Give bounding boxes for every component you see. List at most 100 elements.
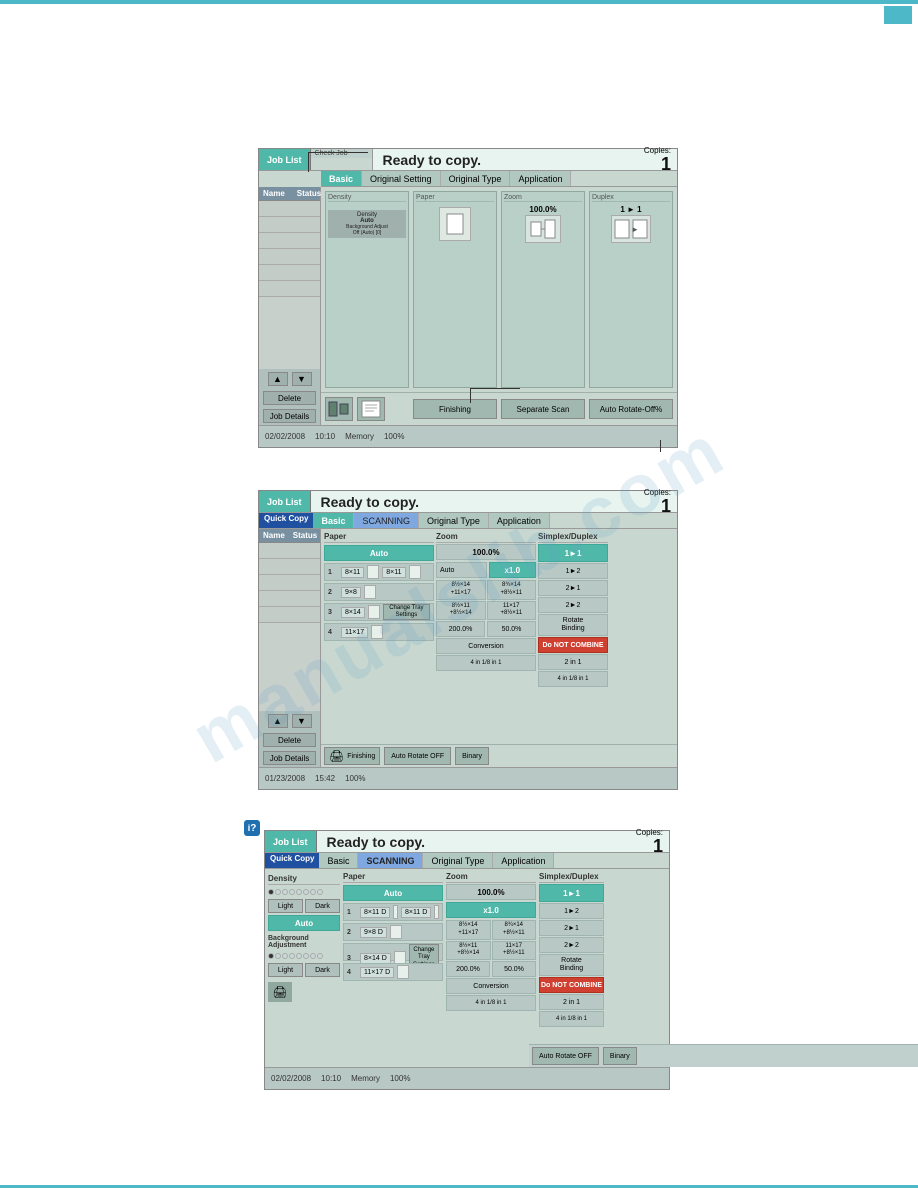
- screen1-finishing-icon1[interactable]: [325, 397, 353, 421]
- screen2-auto-rotate-btn[interactable]: Auto Rotate OFF: [384, 747, 451, 765]
- screen2-quick-copy-badge[interactable]: Quick Copy: [259, 513, 313, 528]
- screen1-check-job[interactable]: Check Job: [311, 149, 372, 158]
- screen2-change-tray-btn[interactable]: Change TraySettings: [383, 604, 430, 620]
- screen3-quick-copy-badge[interactable]: Quick Copy: [265, 853, 319, 868]
- screen3-zoom-50[interactable]: 50.0%: [492, 961, 536, 977]
- screen2-duplex-2to1[interactable]: 2►1: [538, 580, 608, 596]
- screen1-job-list-btn[interactable]: Job List: [259, 149, 311, 170]
- screen3-zoom-x10-btn[interactable]: x1.0: [446, 902, 536, 918]
- screen1-finishing-btn[interactable]: Finishing: [413, 399, 497, 419]
- screen3-binary-btn[interactable]: Binary: [603, 1047, 637, 1065]
- screen3-paper-auto-btn[interactable]: Auto: [343, 885, 443, 901]
- screen1-up-btn[interactable]: ▲: [268, 372, 288, 386]
- screen3-tab-application[interactable]: Application: [493, 853, 554, 868]
- screen1-delete-btn[interactable]: Delete: [263, 391, 316, 405]
- screen3-paper-row3[interactable]: 3 8×14 D Change TraySettings: [343, 943, 443, 961]
- screen2-zoom-cell3[interactable]: 8½×11+8½×14: [436, 601, 486, 621]
- screen3-finishing-icon[interactable]: 🖨: [268, 982, 292, 1002]
- screen2-job-details-btn[interactable]: Job Details: [263, 751, 316, 765]
- screen3-zoom-cell4[interactable]: 11×17+8½×11: [492, 941, 537, 961]
- screen3-copies-area: Copies: 1: [636, 831, 669, 852]
- screen3-tab-original-type[interactable]: Original Type: [423, 853, 493, 868]
- screen2-duplex-1to2[interactable]: 1►2: [538, 563, 608, 579]
- screen2-duplex-4in1[interactable]: 4 in 1/8 in 1: [538, 671, 608, 687]
- screen1-footer-time: 10:10: [315, 432, 335, 441]
- screen3-paper-row1[interactable]: 1 8×11 D 8×11 D: [343, 903, 443, 921]
- screen3-duplex-2to1[interactable]: 2►1: [539, 920, 604, 936]
- screen2-binary-btn[interactable]: Binary: [455, 747, 489, 765]
- screen2-tab-application[interactable]: Application: [489, 513, 550, 528]
- screen2-zoom-conv[interactable]: Conversion: [436, 638, 536, 654]
- screen2-no-combine-btn[interactable]: Do NOT COMBINE: [538, 637, 608, 653]
- screen3-dot2-4: [289, 953, 295, 959]
- svg-text:►: ►: [631, 225, 639, 234]
- screen1-tab-basic[interactable]: Basic: [321, 171, 362, 186]
- screen2-paper-row2[interactable]: 2 9×8: [324, 583, 434, 601]
- screen1-down-btn[interactable]: ▼: [292, 372, 312, 386]
- screen2-zoom-x10-btn[interactable]: x1.0: [489, 562, 537, 578]
- screen2-zoom-cell1[interactable]: 8½×14+11×17: [436, 580, 486, 600]
- screen3-zoom-cell3[interactable]: 8½×11+8½×14: [446, 941, 491, 961]
- screen1-auto-rotate-btn[interactable]: Auto Rotate-Off%: [589, 399, 673, 419]
- screen2-tab-original-type[interactable]: Original Type: [419, 513, 489, 528]
- screen2-main: Paper Auto 1 8×11 8×11 2 9×8: [321, 529, 677, 767]
- screen2-tab-scanning[interactable]: SCANNING: [354, 513, 419, 528]
- screen2-zoom-50[interactable]: 50.0%: [487, 621, 536, 637]
- screen2-job-list-btn[interactable]: Job List: [259, 491, 311, 512]
- screen1-sidebar-name-col: Name: [263, 189, 285, 198]
- screen3-zoom-200[interactable]: 200.0%: [446, 961, 490, 977]
- screen3-dark-btn1[interactable]: Dark: [305, 899, 340, 913]
- screen3-job-list-btn[interactable]: Job List: [265, 831, 317, 852]
- screen2-tab-basic[interactable]: Basic: [313, 513, 354, 528]
- screen2-body: Name Status ▲ ▼ Delete Job Details: [259, 529, 677, 767]
- screen3-paper-row4[interactable]: 4 11×17 D: [343, 963, 443, 981]
- help-icon[interactable]: i: [244, 820, 260, 836]
- screen2-zoom-200[interactable]: 200.0%: [436, 621, 485, 637]
- screen1-paper-card-content: [416, 204, 494, 244]
- screen3-light-btn2[interactable]: Light: [268, 963, 303, 977]
- screen2-paper-auto-btn[interactable]: Auto: [324, 545, 434, 561]
- screen1-tab-original-type[interactable]: Original Type: [441, 171, 511, 186]
- screen2-zoom-conv-val[interactable]: 4 in 1/8 in 1: [436, 655, 536, 671]
- screen2-duplex-2in1[interactable]: 2 in 1: [538, 654, 608, 670]
- screen3-no-combine-btn[interactable]: Do NOT COMBINE: [539, 977, 604, 993]
- screen2-duplex-2to2[interactable]: 2►2: [538, 597, 608, 613]
- screen3-duplex-1to2[interactable]: 1►2: [539, 903, 604, 919]
- screen1-finishing-icon2[interactable]: [357, 397, 385, 421]
- screen3-zoom-conv-val[interactable]: 4 in 1/8 in 1: [446, 995, 536, 1011]
- screen2-zoom-cell2[interactable]: 8¾×14+8½×11: [487, 580, 537, 600]
- screen2-finishing-btn[interactable]: 🖨 Finishing: [324, 747, 380, 765]
- screen3-light-btn1[interactable]: Light: [268, 899, 303, 913]
- screen3-duplex-2to2[interactable]: 2►2: [539, 937, 604, 953]
- screen3-zoom-cell1[interactable]: 8½×14+11×17: [446, 920, 491, 940]
- screen3-duplex-4in1[interactable]: 4 in 1/8 in 1: [539, 1011, 604, 1027]
- screen2-paper-row3[interactable]: 3 8×14 Change TraySettings: [324, 603, 434, 621]
- screen2-zoom-auto-btn[interactable]: Auto: [436, 562, 487, 578]
- screen2-ready-to-copy: Ready to copy.: [311, 491, 644, 512]
- screen3-duplex-2in1[interactable]: 2 in 1: [539, 994, 604, 1010]
- screen3-paper-row2[interactable]: 2 9×8 D: [343, 923, 443, 941]
- screen3-zoom-conv[interactable]: Conversion: [446, 978, 536, 994]
- screen2-paper-row4[interactable]: 4 11×17: [324, 623, 434, 641]
- screen2-zoom-cell4[interactable]: 11×17+8½×11: [487, 601, 537, 621]
- screen2-duplex-rotate[interactable]: RotateBinding: [538, 614, 608, 636]
- screen3-duplex-rotate[interactable]: RotateBinding: [539, 954, 604, 976]
- screen1-job-details-btn[interactable]: Job Details: [263, 409, 316, 423]
- screen2-paper-row1[interactable]: 1 8×11 8×11: [324, 563, 434, 581]
- screen3-duplex-active[interactable]: 1►1: [539, 884, 604, 902]
- screen3-tab-basic[interactable]: Basic: [319, 853, 358, 868]
- screen3-auto-rotate-btn[interactable]: Auto Rotate OFF: [532, 1047, 599, 1065]
- screen1-separate-scan-btn[interactable]: Separate Scan: [501, 399, 585, 419]
- screen3-tab-scanning[interactable]: SCANNING: [358, 853, 423, 868]
- screen2-duplex-col: Simplex/Duplex 1►1 1►2 2►1 2►2 RotateBin…: [538, 532, 608, 741]
- screen3-zoom-cell2[interactable]: 8¾×14+8½×11: [492, 920, 537, 940]
- screen3-density-auto-btn[interactable]: Auto: [268, 915, 340, 931]
- screen2-down-btn[interactable]: ▼: [292, 714, 312, 728]
- screen1-tab-original-setting[interactable]: Original Setting: [362, 171, 441, 186]
- screen3-finishing-area: 🖨: [268, 982, 340, 1002]
- screen2-delete-btn[interactable]: Delete: [263, 733, 316, 747]
- screen2-up-btn[interactable]: ▲: [268, 714, 288, 728]
- screen1-tab-application[interactable]: Application: [510, 171, 571, 186]
- screen3-dark-btn2[interactable]: Dark: [305, 963, 340, 977]
- screen2-duplex-active[interactable]: 1►1: [538, 544, 608, 562]
